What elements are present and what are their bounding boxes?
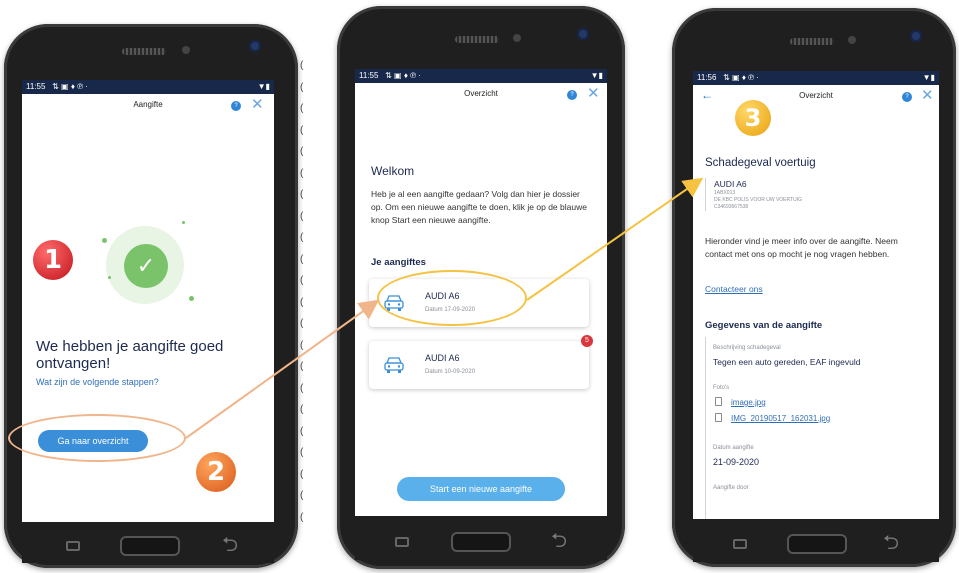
nav-back-icon[interactable]: ⮌ — [551, 531, 567, 551]
step-badge-2: 2 — [196, 452, 236, 492]
close-icon[interactable]: ✕ — [251, 96, 264, 114]
speaker — [790, 38, 834, 45]
vehicle-name: AUDI A6 — [714, 179, 747, 189]
car-icon — [384, 357, 404, 373]
sensor-dot — [182, 46, 190, 54]
status-bar: 11:56 ⇅ ▣ ♦ ℗ · ▼▮ — [693, 71, 939, 85]
status-time: 11:56 — [697, 73, 717, 82]
nav-back-icon[interactable]: ⮌ — [883, 533, 899, 553]
info-text: Hieronder vind je meer info over de aang… — [705, 236, 898, 259]
nav-recent-icon[interactable] — [733, 539, 747, 549]
battery-icon: ▼▮ — [257, 82, 270, 91]
status-time: 11:55 — [26, 82, 46, 91]
claim-heading: Schadegeval voertuig — [705, 157, 816, 169]
section-heading: Je aangiftes — [371, 257, 426, 268]
confetti-dot — [102, 238, 107, 243]
status-time: 11:55 — [359, 71, 379, 80]
confetti-dot — [108, 276, 111, 279]
claim-car: AUDI A6 — [425, 353, 460, 363]
nav-bar: ⮌ — [22, 529, 274, 563]
policy-number: C34693667538 — [714, 204, 749, 210]
phone-3: 11:56 ⇅ ▣ ♦ ℗ · ▼▮ ← Overzicht ? ✕ Schad… — [672, 8, 956, 567]
help-icon[interactable]: ? — [231, 101, 241, 111]
nav-back-icon[interactable]: ⮌ — [222, 535, 238, 555]
success-heading: We hebben je aangifte goed ontvangen! — [36, 338, 224, 372]
filed-by-label: Aangifte door — [713, 485, 749, 491]
front-camera — [577, 28, 589, 40]
step-badge-1: 1 — [33, 240, 73, 280]
front-camera — [249, 40, 261, 52]
status-bar: 11:55 ⇅ ▣ ♦ ℗ · ▼▮ — [355, 69, 607, 83]
nav-bar: ⮌ — [693, 526, 939, 562]
battery-icon: ▼▮ — [590, 71, 603, 80]
claim-date: Datum 10-09-2020 — [425, 369, 476, 375]
welcome-heading: Welkom — [371, 164, 415, 178]
file-icon — [715, 413, 722, 422]
nav-bar: ⮌ — [355, 524, 607, 560]
section-heading: Gegevens van de aangifte — [705, 320, 823, 331]
close-icon[interactable]: ✕ — [921, 87, 934, 105]
status-icons: ⇅ ▣ ♦ ℗ · — [47, 82, 88, 91]
highlight-ellipse — [8, 414, 186, 462]
front-camera — [910, 30, 922, 42]
highlight-ellipse — [377, 270, 527, 326]
phone-1: 11:55 ⇅ ▣ ♦ ℗ · ▼▮ Aangifte ? ✕ ✓ We heb… — [4, 24, 298, 568]
help-icon[interactable]: ? — [902, 92, 912, 102]
check-icon: ✓ — [136, 253, 156, 278]
date-value: 21-09-2020 — [713, 457, 760, 467]
confetti-dot — [182, 221, 185, 224]
speaker — [122, 48, 166, 55]
photos-label: Foto's — [713, 385, 730, 391]
status-icons: ⇅ ▣ ♦ ℗ · — [718, 73, 759, 82]
nav-home-icon[interactable] — [787, 534, 847, 554]
next-steps-link[interactable]: Wat zijn de volgende stappen? — [36, 377, 159, 387]
file-icon — [715, 397, 722, 406]
speaker — [455, 36, 499, 43]
app-bar: ← Overzicht ? ✕ — [693, 85, 939, 109]
date-label: Datum aangifte — [713, 445, 754, 451]
app-bar: Overzicht ? ✕ — [355, 83, 607, 107]
nav-home-icon[interactable] — [451, 532, 511, 552]
plate-number: 1ABX013 — [714, 190, 736, 196]
sensor-dot — [848, 36, 856, 44]
start-new-claim-button[interactable]: Start een nieuwe aangifte — [397, 477, 565, 501]
confetti-dot — [189, 296, 194, 301]
help-icon[interactable]: ? — [567, 90, 577, 100]
policy-name: DE KBC POLIS VOOR UW VOERTUIG — [714, 197, 802, 203]
sensor-dot — [513, 34, 521, 42]
battery-icon: ▼▮ — [922, 73, 935, 82]
step-badge-3: 3 — [735, 100, 771, 136]
app-bar: Aangifte ? ✕ — [22, 94, 274, 118]
claim-card[interactable]: AUDI A6 Datum 10-09-2020 5 — [369, 335, 593, 389]
description-value: Tegen een auto gereden, EAF ingevuld — [713, 357, 861, 367]
screen-3: 11:56 ⇅ ▣ ♦ ℗ · ▼▮ ← Overzicht ? ✕ Schad… — [693, 71, 939, 519]
photo-link[interactable]: image.jpg — [731, 398, 766, 407]
intro-text: Heb je al een aangifte gedaan? Volg dan … — [371, 189, 587, 225]
close-icon[interactable]: ✕ — [587, 85, 600, 103]
nav-home-icon[interactable] — [120, 536, 180, 556]
photo-link[interactable]: IMG_20190517_162031.jpg — [731, 414, 830, 423]
description-label: Beschrijving schadegeval — [713, 345, 781, 351]
status-icons: ⇅ ▣ ♦ ℗ · — [380, 71, 421, 80]
vehicle-block: AUDI A6 1ABX013 DE KBC POLIS VOOR UW VOE… — [705, 178, 927, 211]
contact-link[interactable]: Contacteer ons — [705, 284, 763, 294]
check-circle: ✓ — [124, 244, 168, 288]
nav-recent-icon[interactable] — [66, 541, 80, 551]
notification-badge: 5 — [581, 335, 593, 347]
margin-marks: (((((((((((((((((((((( — [300, 60, 304, 523]
nav-recent-icon[interactable] — [395, 537, 409, 547]
status-bar: 11:55 ⇅ ▣ ♦ ℗ · ▼▮ — [22, 80, 274, 94]
